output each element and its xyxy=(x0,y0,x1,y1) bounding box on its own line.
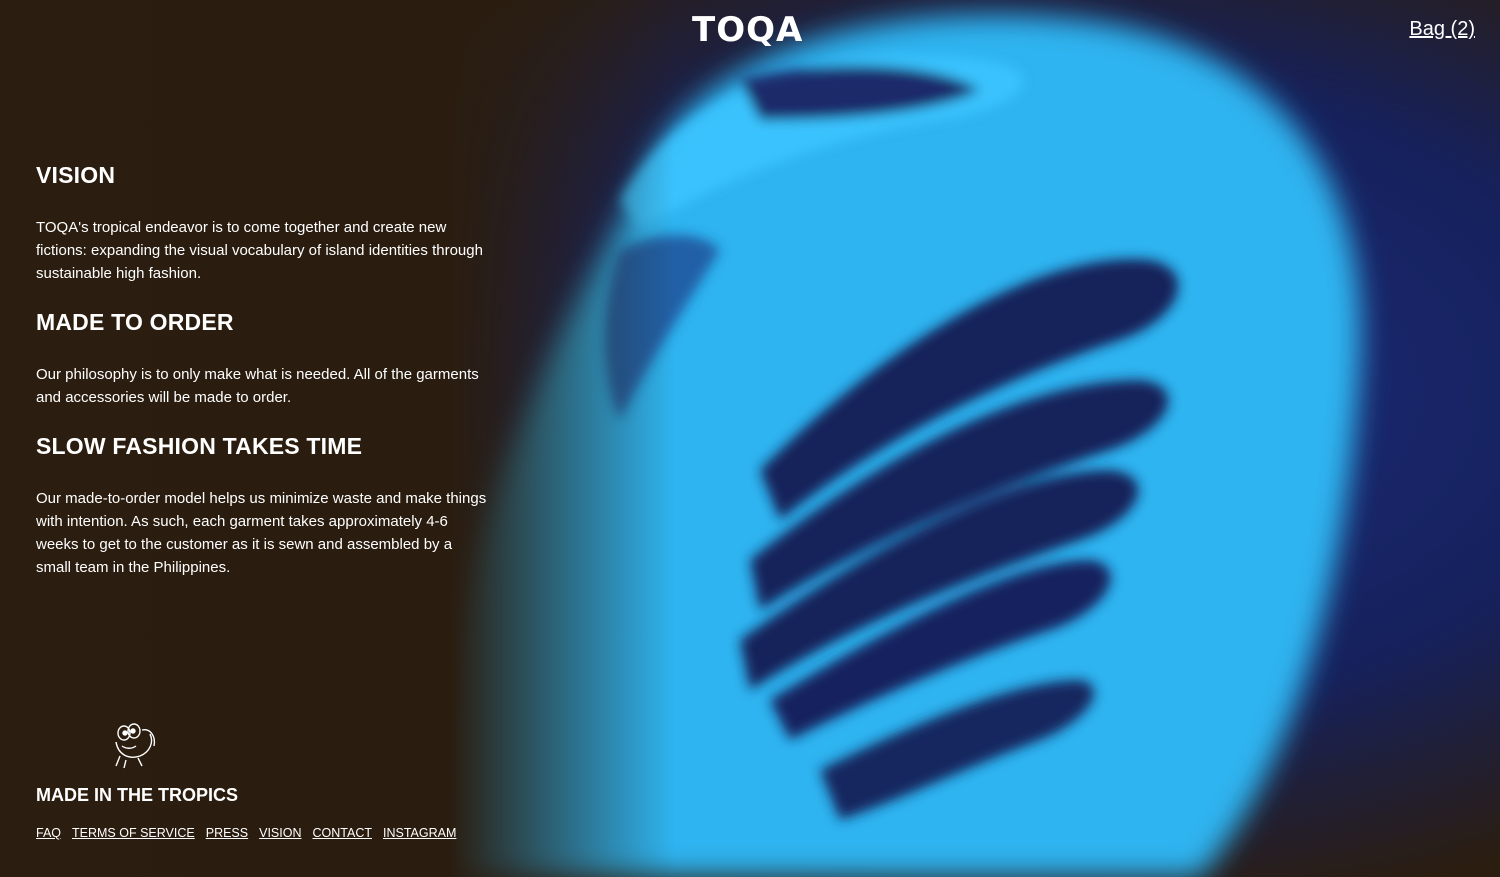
frog-mascot-icon xyxy=(106,720,158,770)
bag-link[interactable]: Bag (2) xyxy=(1409,18,1475,41)
main-content: VISION TOQA's tropical endeavor is to co… xyxy=(36,160,491,601)
footer-link-terms[interactable]: TERMS OF SERVICE xyxy=(72,826,195,840)
section-body-slow-fashion: Our made-to-order model helps us minimiz… xyxy=(36,490,487,576)
site-logo[interactable]: TOQA xyxy=(692,10,803,50)
footer-link-contact[interactable]: CONTACT xyxy=(313,826,373,840)
section-title-vision: VISION xyxy=(36,162,116,188)
footer-link-faq[interactable]: FAQ xyxy=(36,826,61,840)
section-body-vision: TOQA's tropical endeavor is to come toge… xyxy=(36,219,483,282)
section-title-made-to-order: MADE TO ORDER xyxy=(36,309,234,335)
footer-link-press[interactable]: PRESS xyxy=(206,826,248,840)
footer-title: MADE IN THE TROPICS xyxy=(36,785,239,805)
section-title-slow-fashion: SLOW FASHION TAKES TIME xyxy=(36,433,363,459)
footer-links: FAQ TERMS OF SERVICE PRESS VISION CONTAC… xyxy=(36,826,456,840)
footer-link-instagram[interactable]: INSTAGRAM xyxy=(383,826,456,840)
section-body-made-to-order: Our philosophy is to only make what is n… xyxy=(36,366,479,406)
footer-link-vision[interactable]: VISION xyxy=(259,826,301,840)
